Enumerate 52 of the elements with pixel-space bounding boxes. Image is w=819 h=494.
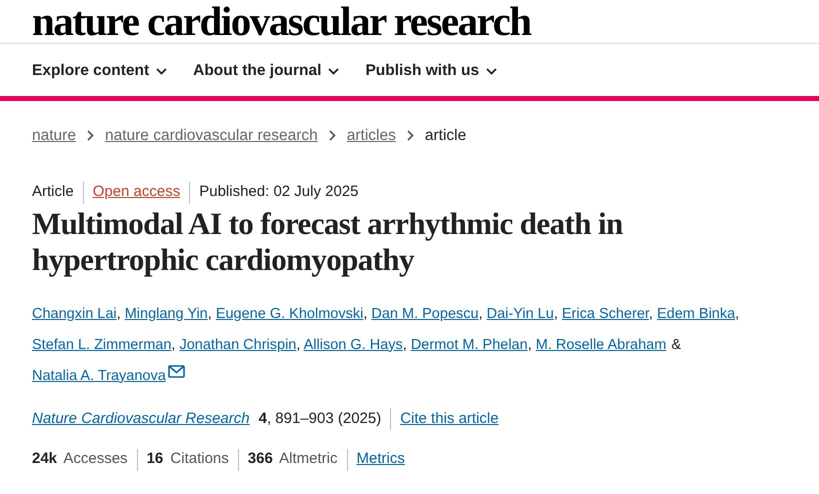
chevron-down-icon bbox=[486, 68, 498, 74]
cite-article-link[interactable]: Cite this article bbox=[400, 408, 499, 430]
author-link[interactable]: Dermot M. Phelan bbox=[410, 336, 528, 353]
metrics-link[interactable]: Metrics bbox=[356, 448, 405, 471]
metric-text: 16 Citations bbox=[146, 449, 229, 470]
author-separator: , bbox=[116, 306, 121, 322]
journal-link[interactable]: Nature Cardiovascular Research bbox=[32, 408, 250, 430]
author-link[interactable]: Erica Scherer bbox=[562, 306, 649, 322]
chevron-right-icon bbox=[406, 130, 414, 142]
author-separator: , bbox=[171, 336, 176, 353]
chevron-down-icon bbox=[156, 68, 168, 74]
chevron-down-icon bbox=[328, 68, 340, 74]
journal-logo[interactable]: nature cardiovascular research bbox=[32, 0, 531, 43]
published-date: Published: 02 July 2025 bbox=[199, 182, 359, 202]
author-link[interactable]: Natalia A. Trayanova bbox=[32, 368, 166, 384]
chevron-right-icon bbox=[86, 130, 94, 142]
author-link[interactable]: Dan M. Popescu bbox=[371, 306, 479, 322]
author-separator: , bbox=[402, 336, 407, 353]
breadcrumb-link[interactable]: nature bbox=[32, 124, 76, 148]
citation-volume: 4 bbox=[258, 408, 267, 429]
author-link[interactable]: M. Roselle Abraham bbox=[536, 336, 666, 353]
author-link[interactable]: Allison G. Hays bbox=[304, 336, 403, 353]
author-separator: , bbox=[648, 306, 653, 322]
article-title: Multimodal AI to forecast arrhythmic death in hypertrophic cardiomyopathy bbox=[31, 206, 624, 278]
nav-menu-button[interactable]: Explore content bbox=[32, 59, 168, 83]
author-link[interactable]: Edem Binka bbox=[656, 306, 736, 322]
author-link[interactable]: Changxin Lai bbox=[32, 306, 117, 322]
author-separator: , bbox=[363, 306, 368, 322]
article-type: Article bbox=[32, 182, 74, 202]
author-link[interactable]: Stefan L. Zimmerman bbox=[32, 336, 172, 353]
author-separator: , bbox=[735, 306, 740, 322]
author-separator: , bbox=[208, 306, 212, 322]
author-separator: , bbox=[478, 306, 483, 322]
metric-text: 366 Altmetric bbox=[248, 449, 338, 470]
author-separator: & bbox=[671, 336, 681, 353]
author-link[interactable]: Dai-Yin Lu bbox=[486, 306, 554, 322]
author-separator: , bbox=[296, 336, 300, 353]
author-link[interactable]: Eugene G. Kholmovski bbox=[216, 306, 364, 322]
citation-pages: , 891–903 (2025) bbox=[266, 408, 382, 429]
author-link[interactable]: Minglang Yin bbox=[124, 306, 208, 322]
chevron-right-icon bbox=[328, 130, 336, 142]
metric-text: 24k Accesses bbox=[32, 449, 128, 470]
author-link[interactable]: Jonathan Chrispin bbox=[179, 336, 296, 353]
breadcrumb-link[interactable]: nature cardiovascular research bbox=[104, 124, 318, 148]
open-access-link[interactable]: Open access bbox=[92, 181, 180, 204]
mail-icon[interactable] bbox=[168, 364, 185, 378]
breadcrumb-current: article bbox=[424, 126, 466, 146]
nav-menu-button[interactable]: About the journal bbox=[193, 59, 340, 83]
author-separator: , bbox=[554, 306, 558, 322]
breadcrumb-link[interactable]: articles bbox=[346, 124, 396, 148]
nav-menu-button[interactable]: Publish with us bbox=[365, 59, 498, 83]
author-separator: , bbox=[528, 336, 532, 353]
